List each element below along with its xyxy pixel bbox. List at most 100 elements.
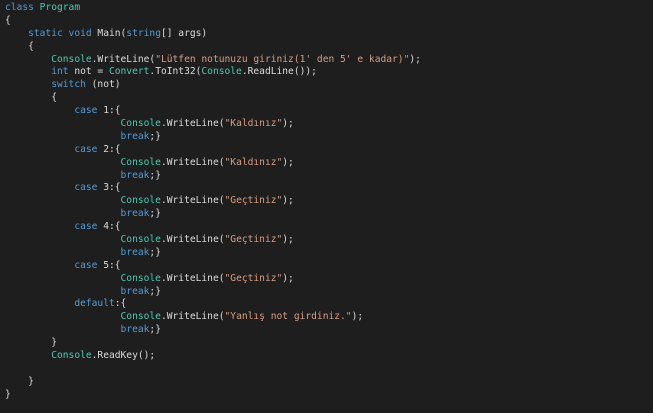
- code-line[interactable]: break;}: [5, 324, 653, 337]
- code-text: Main(: [91, 27, 127, 39]
- code-line[interactable]: case 5:{: [5, 260, 653, 273]
- code-line[interactable]: Console.ReadKey();: [5, 350, 653, 363]
- code-line[interactable]: switch (not): [5, 79, 653, 92]
- code-text: 1:{: [97, 105, 121, 117]
- code-type-name: Console: [120, 311, 161, 323]
- code-keyword: break: [120, 285, 150, 297]
- code-line[interactable]: case 3:{: [5, 182, 653, 195]
- code-text: 3:{: [97, 182, 121, 194]
- code-text: );: [409, 53, 421, 65]
- code-string-literal: "Geçtiniz": [224, 234, 283, 246]
- code-text: .WriteLine(: [160, 195, 225, 207]
- code-keyword: case: [74, 182, 98, 194]
- code-text: );: [282, 234, 294, 246]
- code-line[interactable]: Console.WriteLine("Kaldınız");: [5, 118, 653, 131]
- code-text: {: [5, 14, 11, 26]
- code-text: 5:{: [97, 259, 121, 271]
- code-text: (not): [85, 79, 121, 91]
- code-type-name: Console: [120, 234, 161, 246]
- code-string-literal: "Yanlış not girdiniz.": [224, 311, 352, 323]
- code-text: .ToInt32(: [149, 66, 202, 78]
- code-line[interactable]: break;}: [5, 131, 653, 144]
- code-text: }: [51, 337, 57, 349]
- code-line[interactable]: break;}: [5, 247, 653, 260]
- code-line[interactable]: case 1:{: [5, 105, 653, 118]
- code-keyword: static: [28, 27, 63, 39]
- code-type-name: Console: [51, 350, 92, 362]
- code-line[interactable]: break;}: [5, 170, 653, 183]
- code-text: .WriteLine(: [160, 156, 225, 168]
- code-text: 2:{: [97, 143, 121, 155]
- code-text: 4:{: [97, 221, 121, 233]
- code-keyword: break: [120, 208, 150, 220]
- code-line[interactable]: {: [5, 92, 653, 105]
- code-text: }: [28, 375, 34, 387]
- code-line[interactable]: Console.WriteLine("Geçtiniz");: [5, 234, 653, 247]
- code-line[interactable]: {: [5, 41, 653, 54]
- code-line[interactable]: }: [5, 337, 653, 350]
- code-line[interactable]: class Program: [5, 2, 653, 15]
- code-text: .WriteLine(: [91, 53, 156, 65]
- code-type-name: Convert: [108, 66, 150, 78]
- code-keyword: case: [74, 143, 98, 155]
- code-line[interactable]: case 4:{: [5, 221, 653, 234]
- code-keyword: case: [74, 105, 98, 117]
- code-line[interactable]: break;}: [5, 208, 653, 221]
- code-line[interactable]: Console.WriteLine("Yanlış not girdiniz."…: [5, 311, 653, 324]
- code-text: }: [5, 388, 11, 400]
- code-line[interactable]: }: [5, 389, 653, 402]
- code-line[interactable]: {: [5, 15, 653, 28]
- code-string-literal: "Kaldınız": [224, 118, 283, 130]
- code-line[interactable]: Console.WriteLine("Kaldınız");: [5, 157, 653, 170]
- code-keyword: int: [51, 66, 69, 78]
- code-text: .ReadLine());: [241, 66, 317, 78]
- code-line[interactable]: Console.WriteLine("Geçtiniz");: [5, 195, 653, 208]
- code-keyword: break: [120, 130, 150, 142]
- code-text: .WriteLine(: [160, 234, 225, 246]
- code-string-literal: "Geçtiniz": [224, 272, 283, 284]
- code-string-literal: "Kaldınız": [224, 156, 283, 168]
- code-line[interactable]: default:{: [5, 298, 653, 311]
- code-line[interactable]: static void Main(string[] args): [5, 28, 653, 41]
- code-keyword: string: [126, 27, 161, 39]
- code-keyword: break: [120, 324, 150, 336]
- code-line[interactable]: Console.WriteLine("Lütfen notunuzu girin…: [5, 54, 653, 67]
- code-line[interactable]: Console.WriteLine("Geçtiniz");: [5, 273, 653, 286]
- code-line[interactable]: break;}: [5, 286, 653, 299]
- code-line[interactable]: int not = Convert.ToInt32(Console.ReadLi…: [5, 66, 653, 79]
- code-keyword: break: [120, 169, 150, 181]
- code-keyword: case: [74, 259, 98, 271]
- code-keyword: case: [74, 221, 98, 233]
- code-line[interactable]: }: [5, 376, 653, 389]
- code-line[interactable]: case 2:{: [5, 144, 653, 157]
- code-text: );: [282, 118, 294, 130]
- code-type-name: Console: [120, 272, 161, 284]
- code-text: .WriteLine(: [160, 311, 225, 323]
- code-text: ;}: [149, 169, 161, 181]
- code-keyword: break: [120, 246, 150, 258]
- code-line[interactable]: [5, 363, 653, 376]
- code-text: .WriteLine(: [160, 118, 225, 130]
- code-text: .ReadKey();: [91, 350, 156, 362]
- code-editor[interactable]: class Program{ static void Main(string[]…: [0, 0, 653, 413]
